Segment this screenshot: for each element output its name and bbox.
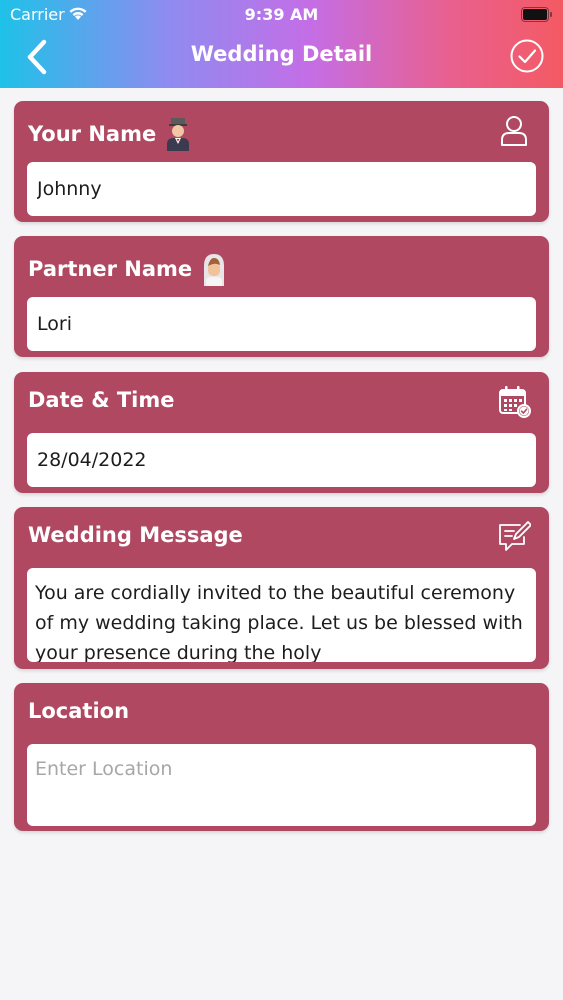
groom-icon bbox=[167, 118, 190, 151]
wedding-message-label: Wedding Message bbox=[28, 523, 243, 547]
calendar-check-icon[interactable] bbox=[497, 384, 531, 418]
battery-icon bbox=[521, 7, 552, 22]
location-label-row: Location bbox=[28, 699, 129, 723]
date-time-input[interactable] bbox=[27, 433, 536, 487]
date-time-label: Date & Time bbox=[28, 388, 175, 412]
your-name-label: Your Name bbox=[28, 122, 157, 146]
page-title: Wedding Detail bbox=[190, 42, 373, 66]
status-time: 9:39 AM bbox=[244, 5, 319, 24]
wedding-message-label-row: Wedding Message bbox=[28, 523, 243, 547]
partner-name-input[interactable] bbox=[27, 297, 536, 351]
location-input[interactable] bbox=[27, 744, 536, 826]
date-time-label-row: Date & Time bbox=[28, 388, 174, 412]
wedding-message-card: Wedding Message You are cordially invite… bbox=[14, 507, 549, 669]
person-icon bbox=[501, 116, 527, 146]
location-card: Location bbox=[14, 683, 549, 831]
your-name-input[interactable] bbox=[27, 162, 536, 216]
compose-message-icon bbox=[499, 521, 531, 551]
status-bar: Carrier 9:39 AM bbox=[0, 0, 563, 30]
your-name-card: Your Name bbox=[14, 101, 549, 222]
done-button[interactable] bbox=[509, 38, 545, 74]
date-time-card: Date & Time bbox=[14, 372, 549, 493]
partner-name-card: Partner Name bbox=[14, 236, 549, 357]
navigation-header: Carrier 9:39 AM Wedding Detail bbox=[0, 0, 563, 88]
bride-icon bbox=[204, 254, 225, 286]
partner-name-label-row: Partner Name bbox=[28, 252, 228, 286]
partner-name-label: Partner Name bbox=[28, 257, 193, 281]
location-label: Location bbox=[28, 699, 130, 723]
your-name-label-row: Your Name bbox=[28, 117, 192, 151]
wedding-message-input[interactable]: You are cordially invited to the beautif… bbox=[27, 568, 536, 662]
